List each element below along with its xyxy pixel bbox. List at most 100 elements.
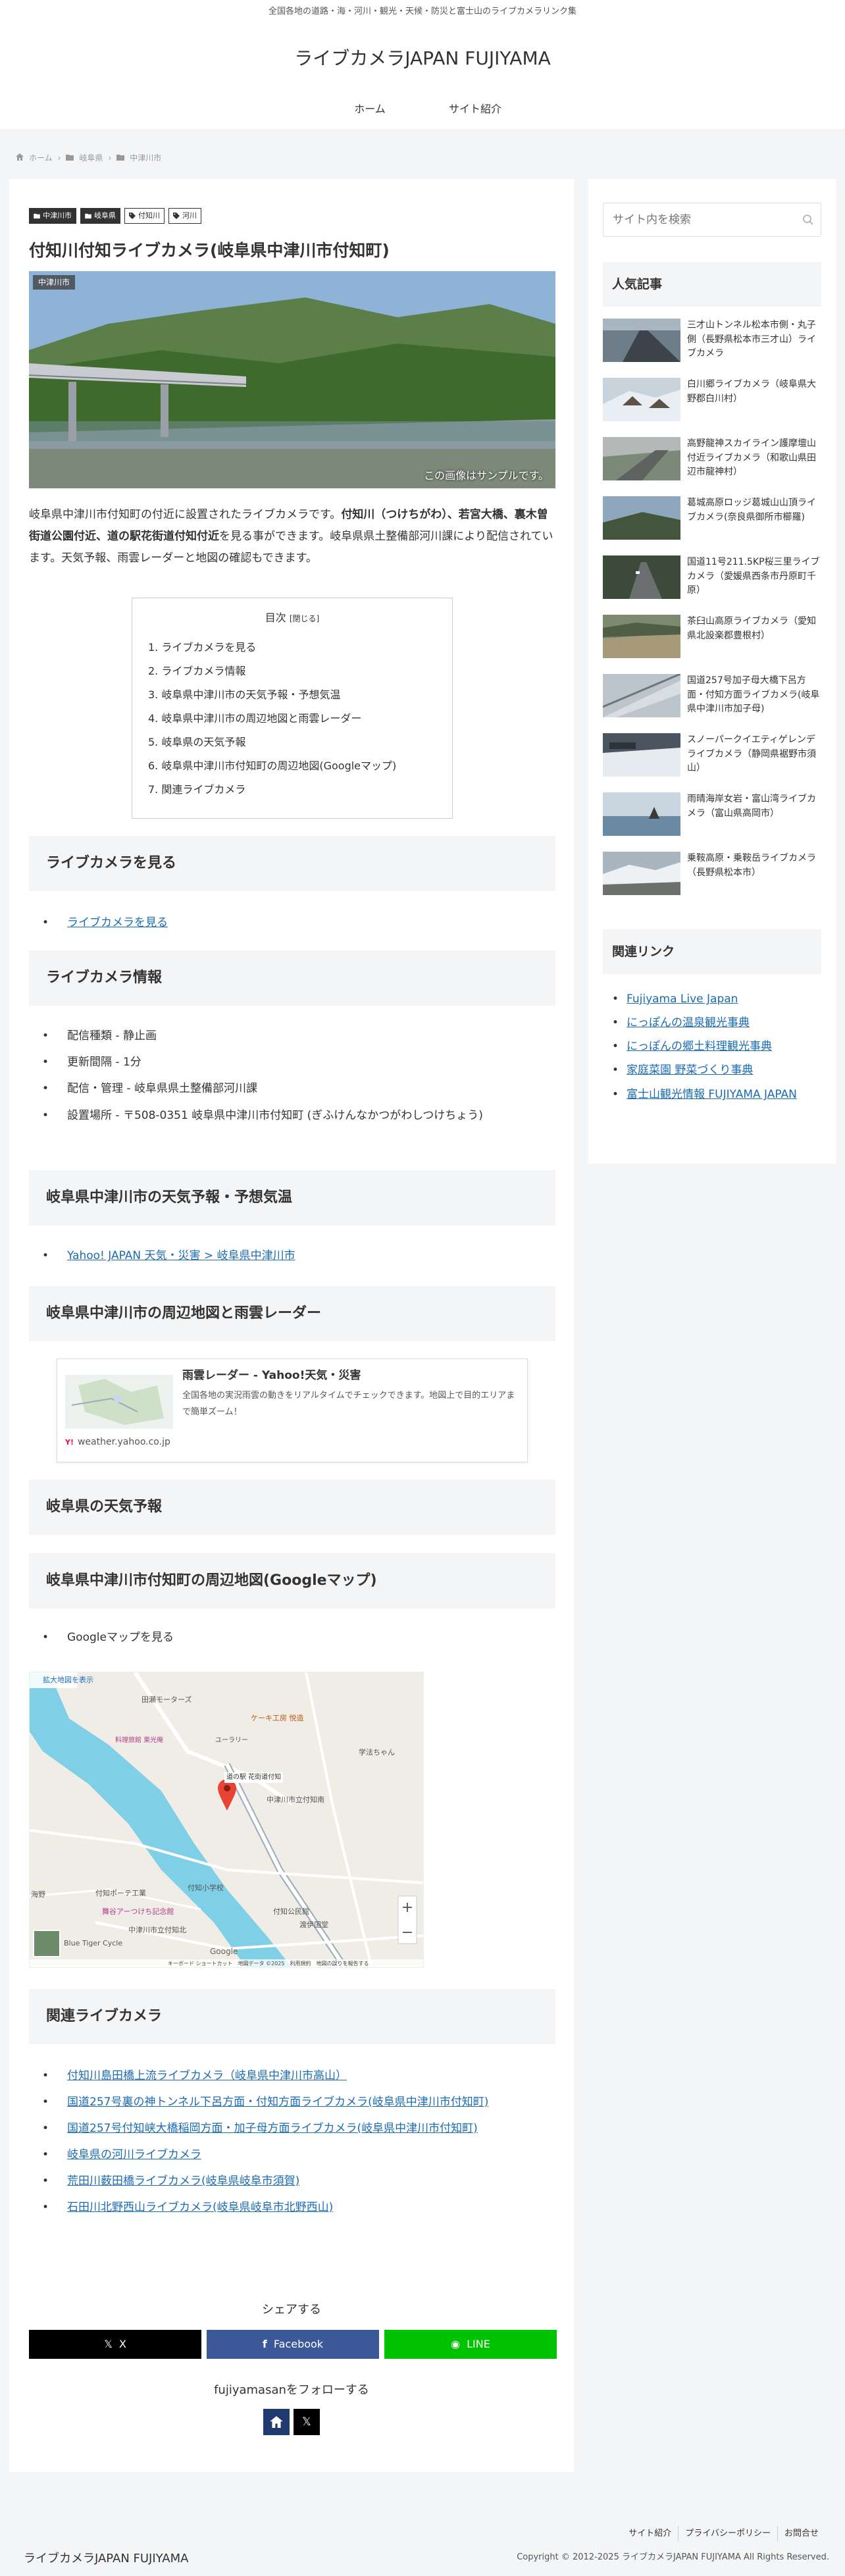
follow-x-button[interactable]: 𝕏: [294, 2409, 320, 2435]
follow-home-button[interactable]: [263, 2409, 290, 2435]
toc-toggle[interactable]: [閉じる]: [290, 614, 319, 623]
popular-item[interactable]: 葛城高原ロッジ葛城山山頂ライブカメラ(奈良県御所市櫛羅): [603, 496, 821, 555]
breadcrumb-level1[interactable]: 岐阜県: [79, 151, 103, 166]
related-link[interactable]: 荒田川薮田橋ライブカメラ(岐阜県岐阜市須賀): [67, 2175, 299, 2188]
map-enlarge-link[interactable]: 拡大地図を表示: [43, 1674, 93, 1687]
favicon-icon: Y!: [65, 1437, 74, 1447]
share-x-button[interactable]: 𝕏X: [29, 2330, 201, 2359]
list-item: 富士山観光情報 FUJIYAMA JAPAN: [612, 1082, 823, 1104]
list-item: Fujiyama Live Japan: [612, 987, 823, 1011]
footer-link-privacy[interactable]: プライバシーポリシー: [678, 2526, 777, 2542]
popular-item[interactable]: 白川郷ライブカメラ（岐阜県大野郡白川村）: [603, 378, 821, 437]
map-shortcuts-link[interactable]: キーボード ショートカット: [168, 1961, 233, 1967]
map-label: ユーラリー: [215, 1737, 248, 1744]
share-label: LINE: [467, 2337, 490, 2350]
related-link[interactable]: 石田川北野西山ライブカメラ(岐阜県岐阜市北野西山): [67, 2201, 333, 2214]
breadcrumb-level2[interactable]: 中津川市: [130, 151, 161, 166]
related-link[interactable]: 国道257号裏の神トンネル下呂方面・付知方面ライブカメラ(岐阜県中津川市付知町): [67, 2096, 488, 2109]
toc-item[interactable]: 5. 岐阜県の天気予報: [148, 731, 436, 754]
map-report-link[interactable]: 地図の誤りを報告する: [316, 1961, 369, 1967]
nav-about[interactable]: サイト紹介: [430, 100, 520, 119]
map-canvas[interactable]: + −: [30, 1672, 424, 1968]
popular-item[interactable]: 三才山トンネル松本市側・丸子側（長野県松本市三才山）ライブカメラ: [603, 319, 821, 378]
breadcrumb-home[interactable]: ホーム: [29, 151, 53, 166]
eyecatch-label[interactable]: 中津川市: [33, 275, 76, 290]
heading-related: 関連ライブカメラ: [29, 1989, 555, 2044]
list-item: ライブカメラを見る: [42, 910, 555, 936]
home-icon: [16, 151, 24, 166]
folder-icon: [34, 213, 40, 219]
category-tag[interactable]: 中津川市: [29, 208, 76, 224]
popular-title: 国道11号211.5KP桜三里ライブカメラ（愛媛県西条市丹原町千原）: [687, 557, 820, 596]
site-header: 全国各地の道路・海・河川・観光・天候・防災と富士山のライブカメラリンク集 ライブ…: [0, 0, 845, 129]
share-facebook-button[interactable]: f Facebook: [207, 2330, 379, 2359]
toc-item[interactable]: 3. 岐阜県中津川市の天気予報・予想気温: [148, 683, 436, 707]
map-label: ケーキ工房 悦造: [251, 1714, 304, 1722]
popular-heading: 人気記事: [603, 262, 821, 307]
blog-card[interactable]: 雨雲レーダー - Yahoo!天気・災害 全国各地の実況雨雲の動きをリアルタイム…: [57, 1358, 528, 1462]
footer-logo[interactable]: ライブカメラJAPAN FUJIYAMA: [24, 2548, 188, 2569]
external-link[interactable]: にっぽんの温泉観光事典: [627, 1016, 750, 1029]
external-link[interactable]: 家庭菜園 野菜づくり事典: [627, 1064, 753, 1077]
popular-item[interactable]: 国道257号加子母大橋下呂方面・付知方面ライブカメラ(岐阜県中津川市加子母): [603, 674, 821, 733]
eyecatch-image: 中津川市 この画像はサンプルです。: [29, 271, 555, 488]
site-title[interactable]: ライブカメラJAPAN FUJIYAMA: [0, 42, 845, 75]
heading-pref-weather: 岐阜県の天気予報: [29, 1480, 555, 1535]
related-links-list: Fujiyama Live Japan にっぽんの温泉観光事典 にっぽんの郷土料…: [612, 987, 823, 1104]
related-link[interactable]: 付知川島田橋上流ライブカメラ（岐阜県中津川市高山）: [67, 2069, 347, 2082]
toc-item[interactable]: 2. ライブカメラ情報: [148, 659, 436, 683]
map-label: 渡伊国堂: [299, 1920, 328, 1929]
related-link[interactable]: 国道257号付知峡大橋稲岡方面・加子母方面ライブカメラ(岐阜県中津川市付知町): [67, 2122, 478, 2135]
intro-part: 岐阜県中津川市付知町の付近に設置されたライブカメラです。: [29, 508, 342, 521]
map-list: Googleマップを見る: [42, 1624, 555, 1651]
main-content: 中津川市 岐阜県 付知川 河川 付知川付知ライブカメラ(岐阜県中津川市付知町) …: [9, 179, 574, 2472]
card-domain: Y! weather.yahoo.co.jp: [65, 1434, 170, 1451]
popular-thumbnail: [603, 437, 680, 480]
external-link[interactable]: Fujiyama Live Japan: [627, 992, 738, 1006]
popular-item[interactable]: 雨晴海岸女岩・富山湾ライブカメラ（富山県高岡市）: [603, 792, 821, 852]
share-label: Facebook: [273, 2337, 324, 2350]
list-item: にっぽんの郷土料理観光事典: [612, 1035, 823, 1058]
popular-item[interactable]: 高野龍神スカイライン護摩壇山付近ライブカメラ（和歌山県田辺市龍神村）: [603, 437, 821, 496]
popular-item[interactable]: スノーパークイエティゲレンデライブカメラ（静岡県裾野市須山）: [603, 733, 821, 792]
share-line-button[interactable]: ◉ LINE: [384, 2330, 557, 2359]
popular-title: 高野龍神スカイライン護摩壇山付近ライブカメラ（和歌山県田辺市龍神村）: [687, 438, 816, 478]
map-label: 付知ポーテ工業: [95, 1889, 146, 1897]
x-icon: 𝕏: [302, 2415, 311, 2429]
popular-item[interactable]: 国道11号211.5KP桜三里ライブカメラ（愛媛県西条市丹原町千原）: [603, 555, 821, 615]
tag-badge[interactable]: 河川: [168, 208, 201, 224]
popular-item[interactable]: 乗鞍高原・乗鞍岳ライブカメラ（長野県松本市）: [603, 852, 821, 911]
footer-link-contact[interactable]: お問合せ: [777, 2526, 825, 2542]
view-camera-link[interactable]: ライブカメラを見る: [67, 916, 168, 929]
map-terms-link[interactable]: 利用規約: [290, 1961, 311, 1967]
footer-link-about[interactable]: サイト紹介: [622, 2526, 678, 2541]
river-bridge-photo: [29, 271, 555, 488]
map-label: 田瀬モーターズ: [141, 1695, 192, 1704]
external-link[interactable]: 富士山観光情報 FUJIYAMA JAPAN: [627, 1088, 797, 1101]
site-tagline: 全国各地の道路・海・河川・観光・天候・防災と富士山のライブカメラリンク集: [268, 7, 576, 16]
view-camera-list: ライブカメラを見る: [42, 910, 555, 936]
chevron-right-icon: ›: [108, 153, 112, 163]
site-footer: サイト紹介 プライバシーポリシー お問合せ ライブカメラJAPAN FUJIYA…: [0, 2506, 845, 2576]
category-tag[interactable]: 岐阜県: [80, 208, 120, 224]
nav-home[interactable]: ホーム: [325, 100, 415, 119]
popular-item[interactable]: 茶臼山高原ライブカメラ（愛知県北設楽郡豊根村）: [603, 615, 821, 674]
search-input[interactable]: [613, 203, 790, 236]
google-map[interactable]: + − 拡大地図を表示 道の駅 花街道付知 ケーキ工房 悦造 中津川市立付知南 …: [29, 1672, 424, 1968]
toc-item[interactable]: 6. 岐阜県中津川市付知町の周辺地図(Googleマップ): [148, 754, 436, 778]
card-description: 全国各地の実況雨雲の動きをリアルタイムでチェックできます。地図上で目的エリアまで…: [182, 1391, 515, 1417]
weather-link[interactable]: Yahoo! JAPAN 天気・災害 > 岐阜県中津川市: [67, 1249, 295, 1262]
list-item: 更新間隔 - 1分: [42, 1049, 555, 1075]
map-label: 海野: [31, 1890, 45, 1899]
related-link[interactable]: 岐阜県の河川ライブカメラ: [67, 2148, 201, 2161]
external-link[interactable]: にっぽんの郷土料理観光事典: [627, 1040, 772, 1053]
zoom-out-button: −: [401, 1924, 413, 1941]
toc-item[interactable]: 1. ライブカメラを見る: [148, 636, 436, 659]
popular-thumbnail: [603, 733, 680, 777]
map-data-credit: 地図データ ©2025: [238, 1961, 285, 1967]
tag-badge[interactable]: 付知川: [124, 208, 165, 224]
map-attribution: キーボード ショートカット 地図データ ©2025 利用規約 地図の誤りを報告す…: [168, 1959, 369, 1967]
toc-item[interactable]: 4. 岐阜県中津川市の周辺地図と雨雲レーダー: [148, 707, 436, 731]
toc-item[interactable]: 7. 関連ライブカメラ: [148, 778, 436, 802]
search-icon[interactable]: [802, 213, 814, 233]
